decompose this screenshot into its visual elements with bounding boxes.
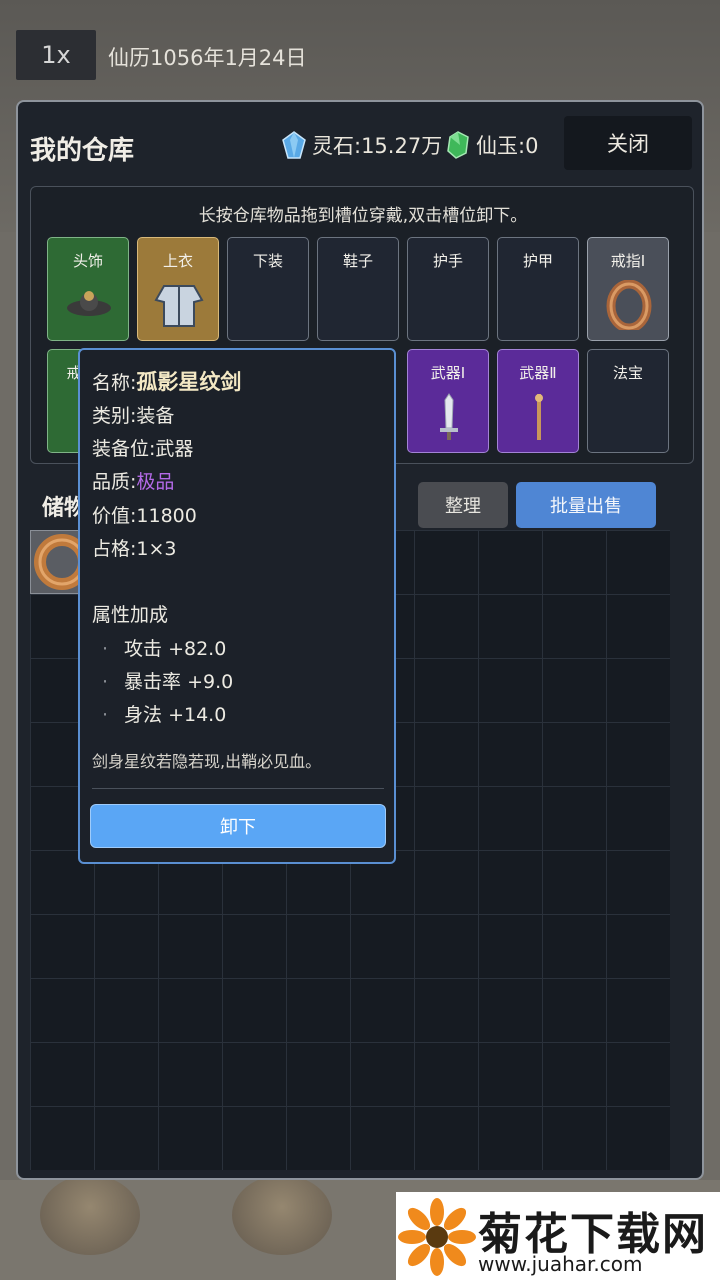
tooltip-value: 价值:11800: [92, 505, 197, 527]
slot-ring-1[interactable]: 戒指Ⅰ: [587, 237, 669, 341]
bulk-sell-button[interactable]: 批量出售: [516, 482, 656, 528]
tooltip-divider: [92, 788, 384, 789]
tooltip-quality-key: 品质:: [92, 471, 137, 493]
slot-shoes[interactable]: 鞋子: [317, 237, 399, 341]
tooltip-attr-attack: 攻击 +82.0: [124, 638, 227, 660]
slot-weapon-1[interactable]: 武器Ⅰ: [407, 349, 489, 453]
watermark: 菊花下载网 www.juahar.com: [396, 1192, 720, 1280]
cauldron-icon[interactable]: [232, 1175, 332, 1255]
tooltip-size: 占格:1×3: [92, 538, 177, 560]
unequip-button[interactable]: 卸下: [90, 804, 386, 848]
slot-treasure[interactable]: 法宝: [587, 349, 669, 453]
slot-armor[interactable]: 护甲: [497, 237, 579, 341]
tooltip-quality-value: 极品: [136, 471, 175, 493]
staff-icon: [535, 394, 543, 440]
slot-weapon-1-label: 武器Ⅰ: [430, 364, 466, 382]
tooltip-attr-title: 属性加成: [92, 604, 169, 626]
slot-head-label: 头饰: [72, 252, 103, 270]
slot-bottom-label: 下装: [252, 252, 283, 270]
slot-bottom[interactable]: 下装: [227, 237, 309, 341]
watermark-url: www.juahar.com: [478, 1252, 643, 1276]
slot-weapon-2[interactable]: 武器Ⅱ: [497, 349, 579, 453]
jade-icon: [447, 131, 469, 159]
tooltip-item-name: 孤影星纹剑: [136, 370, 242, 394]
spirit-stone-value: 灵石:15.27万: [312, 134, 443, 158]
tooltip-name-row: 名称:孤影星纹剑: [92, 366, 241, 396]
panel-title: 我的仓库: [30, 136, 135, 166]
headwear-icon: [67, 291, 111, 316]
bullet-icon: ·: [102, 671, 109, 693]
bullet-icon: ·: [102, 638, 109, 660]
bullet-icon: ·: [102, 704, 109, 726]
slot-treasure-label: 法宝: [612, 364, 643, 382]
jade-counter: 仙玉:0: [446, 130, 538, 160]
tooltip-attr-agility: 身法 +14.0: [124, 704, 227, 726]
equip-hint: 长按仓库物品拖到槽位穿戴,双击槽位卸下。: [198, 206, 528, 226]
robe-icon: [154, 285, 204, 327]
tooltip-attr-row: · 攻击 +82.0: [102, 634, 226, 661]
slot-armor-label: 护甲: [522, 252, 553, 270]
slot-ring-1-label: 戒指Ⅰ: [610, 252, 646, 270]
tooltip-name-key: 名称:: [92, 372, 137, 394]
slot-top[interactable]: 上衣: [137, 237, 219, 341]
slot-weapon-2-label: 武器Ⅱ: [519, 364, 557, 382]
speed-button[interactable]: 1x: [16, 30, 96, 80]
ring-icon: [606, 280, 652, 330]
tooltip-attr-crit: 暴击率 +9.0: [124, 671, 234, 693]
jade-value: 仙玉:0: [476, 134, 539, 158]
game-date: 仙历1056年1月24日: [108, 46, 307, 70]
tooltip-slot: 装备位:武器: [92, 438, 194, 460]
slot-head[interactable]: 头饰: [47, 237, 129, 341]
slot-gloves[interactable]: 护手: [407, 237, 489, 341]
scroll-item-icon[interactable]: [40, 1175, 140, 1255]
tooltip-description: 剑身星纹若隐若现,出鞘必见血。: [92, 752, 322, 771]
tooltip-quality-row: 品质:极品: [92, 467, 174, 494]
slot-shoes-label: 鞋子: [342, 252, 373, 270]
close-button[interactable]: 关闭: [564, 116, 692, 170]
tooltip-attr-row: · 暴击率 +9.0: [102, 667, 233, 694]
item-tooltip: 名称:孤影星纹剑 类别:装备 装备位:武器 品质:极品 价值:11800 占格:…: [78, 348, 396, 864]
spirit-stone-counter: 灵石:15.27万: [282, 130, 442, 160]
sort-button[interactable]: 整理: [418, 482, 508, 528]
flower-logo-icon: [398, 1198, 476, 1276]
slot-gloves-label: 护手: [432, 252, 463, 270]
spirit-stone-icon: [282, 131, 306, 159]
tooltip-attr-row: · 身法 +14.0: [102, 700, 226, 727]
tooltip-category: 类别:装备: [92, 405, 175, 427]
slot-top-label: 上衣: [162, 252, 193, 270]
sword-icon: [440, 393, 458, 440]
